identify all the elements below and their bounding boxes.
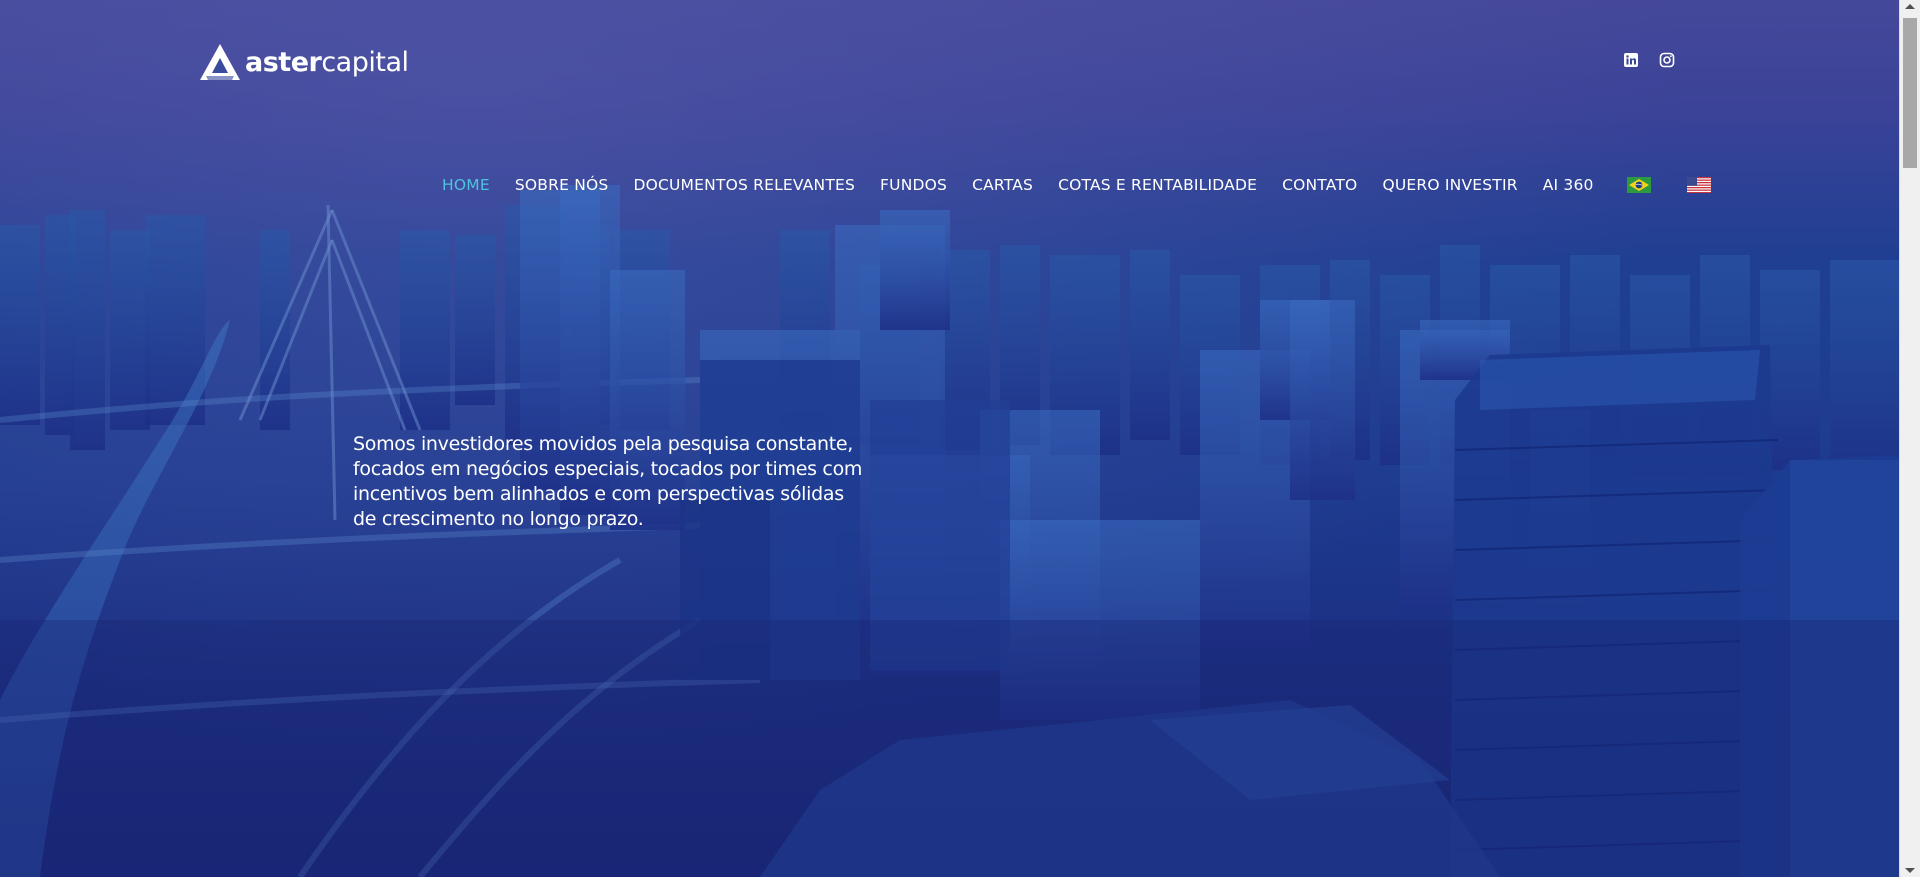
nav-item-home[interactable]: HOME — [442, 176, 490, 194]
brand-name-bold: aster — [245, 46, 322, 78]
main-navigation: HOME SOBRE NÓS DOCUMENTOS RELEVANTES FUN… — [442, 176, 1711, 194]
nav-item-cartas[interactable]: CARTAS — [972, 176, 1033, 194]
nav-item-contato[interactable]: CONTATO — [1282, 176, 1357, 194]
brand-name-light: capital — [321, 46, 409, 78]
brand-logo[interactable]: astercapital — [198, 42, 409, 82]
scroll-down-arrow-icon[interactable] — [1905, 868, 1915, 873]
hero-tagline: Somos investidores movidos pela pesquisa… — [353, 433, 863, 530]
city-skyline-image — [0, 185, 1899, 877]
nav-item-quero-investir[interactable]: QUERO INVESTIR — [1382, 176, 1517, 194]
nav-item-ai-360[interactable]: AI 360 — [1543, 176, 1594, 194]
nav-item-cotas-e-rentabilidade[interactable]: COTAS E RENTABILIDADE — [1058, 176, 1257, 194]
page: astercapital HOME SOBRE NÓS DOCUMENTOS R… — [0, 0, 1920, 877]
instagram-icon[interactable] — [1659, 52, 1675, 68]
scroll-up-arrow-icon[interactable] — [1905, 4, 1915, 9]
nav-item-documentos-relevantes[interactable]: DOCUMENTOS RELEVANTES — [633, 176, 855, 194]
page-scrollbar[interactable] — [1899, 0, 1920, 877]
social-links — [1623, 52, 1675, 68]
aster-triangle-logo-icon — [200, 44, 240, 80]
nav-item-fundos[interactable]: FUNDOS — [880, 176, 947, 194]
brand-name: astercapital — [245, 49, 409, 76]
scroll-thumb[interactable] — [1903, 18, 1917, 168]
nav-item-sobre-nos[interactable]: SOBRE NÓS — [515, 176, 609, 194]
usa-flag-icon[interactable] — [1686, 177, 1711, 193]
brazil-flag-icon[interactable] — [1626, 177, 1651, 193]
linkedin-icon[interactable] — [1623, 52, 1639, 68]
